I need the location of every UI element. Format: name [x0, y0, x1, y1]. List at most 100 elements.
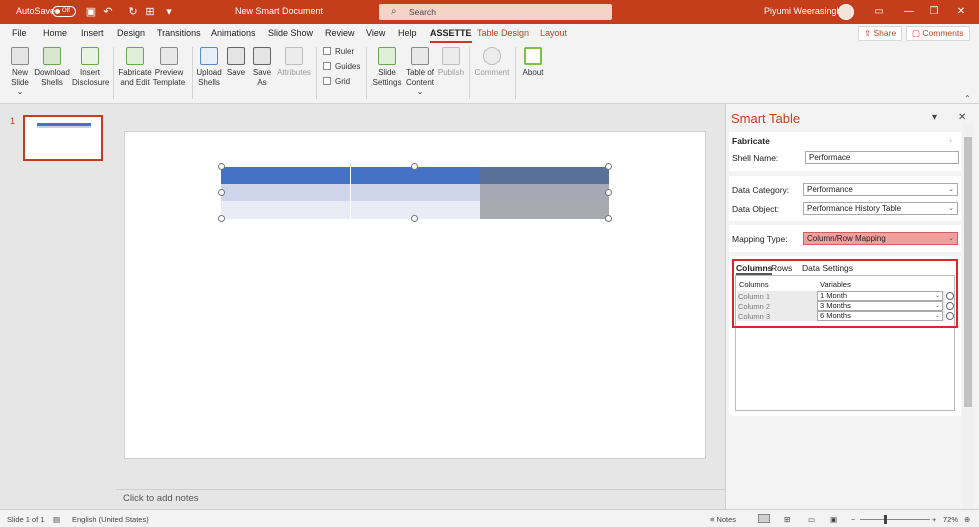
- tab-slide-show[interactable]: Slide Show: [268, 28, 313, 38]
- search-box[interactable]: ⌕ Search: [379, 4, 612, 20]
- avatar[interactable]: [838, 4, 854, 20]
- tab-data-settings[interactable]: Data Settings: [802, 263, 853, 273]
- upload-shells-button[interactable]: Upload Shells: [195, 47, 223, 87]
- table-cell[interactable]: [351, 184, 480, 201]
- tab-view[interactable]: View: [366, 28, 385, 38]
- insert-disclosure-button[interactable]: Insert Disclosure: [72, 47, 109, 87]
- resize-handle[interactable]: [218, 189, 225, 196]
- variable-select[interactable]: 1 Month ⌄: [817, 291, 943, 301]
- resize-handle[interactable]: [411, 163, 418, 170]
- preview-icon: [160, 47, 178, 65]
- slide-thumbnail[interactable]: [23, 115, 103, 161]
- table-header-cell[interactable]: [221, 167, 350, 184]
- table-of-content-button[interactable]: Table of Content ⌄: [402, 47, 438, 97]
- table-header-cell-selected[interactable]: [480, 167, 609, 184]
- table-cell-selected[interactable]: [480, 184, 609, 201]
- resize-handle[interactable]: [605, 163, 612, 170]
- zoom-slider-thumb[interactable]: [884, 515, 887, 524]
- tab-design[interactable]: Design: [117, 28, 145, 38]
- row-radio[interactable]: [946, 302, 954, 310]
- chevron-down-icon: ⌄: [948, 186, 954, 193]
- variable-select[interactable]: 6 Months ⌄: [817, 311, 943, 321]
- tab-insert[interactable]: Insert: [81, 28, 104, 38]
- reading-view-icon[interactable]: ▭: [808, 515, 815, 524]
- restore-icon[interactable]: ❐: [926, 4, 942, 20]
- save-button[interactable]: Save: [225, 47, 247, 78]
- undo-icon[interactable]: ↶: [101, 5, 115, 19]
- row-radio[interactable]: [946, 292, 954, 300]
- share-button[interactable]: ⇪ Share: [858, 26, 903, 41]
- about-button[interactable]: About: [520, 47, 546, 78]
- resize-handle[interactable]: [605, 215, 612, 222]
- ribbon-display-icon[interactable]: ▭: [871, 4, 887, 20]
- attributes-button[interactable]: Attributes: [276, 47, 312, 78]
- minimize-icon[interactable]: —: [901, 4, 917, 20]
- tab-assette[interactable]: ASSETTE: [430, 28, 472, 43]
- fit-slide-icon[interactable]: ⊕: [964, 515, 970, 524]
- pane-close-icon[interactable]: ✕: [958, 112, 966, 123]
- present-icon[interactable]: ⊞: [143, 5, 157, 19]
- table-cell[interactable]: [221, 201, 350, 219]
- language-label[interactable]: English (United States): [72, 515, 149, 524]
- redo-icon[interactable]: ↻: [126, 5, 140, 19]
- slide-settings-button[interactable]: Slide Settings: [372, 47, 402, 87]
- tab-transitions[interactable]: Transitions: [157, 28, 201, 38]
- autosave-toggle[interactable]: Off: [52, 6, 76, 17]
- resize-handle[interactable]: [605, 189, 612, 196]
- comment-button[interactable]: Comment: [474, 47, 510, 78]
- tab-table-design[interactable]: Table Design: [477, 28, 529, 38]
- save-as-button[interactable]: Save As: [251, 47, 273, 87]
- data-category-select[interactable]: Performance ⌄: [803, 183, 958, 196]
- zoom-slider[interactable]: [860, 519, 930, 520]
- preview-template-button[interactable]: Preview Template: [152, 47, 186, 87]
- table-cell[interactable]: [221, 184, 350, 201]
- zoom-in-icon[interactable]: +: [932, 515, 936, 524]
- notes-pane[interactable]: [116, 489, 725, 509]
- data-object-select[interactable]: Performance History Table ⌄: [803, 202, 958, 215]
- title-bar: AutoSave Off ▣ ↶ ↻ ⊞ ▾ New Smart Documen…: [0, 0, 979, 24]
- slideshow-icon[interactable]: ▣: [830, 515, 837, 524]
- table-cell-selected[interactable]: [480, 201, 609, 219]
- variable-select[interactable]: 3 Months ⌄: [817, 301, 943, 311]
- tab-rows[interactable]: Rows: [771, 263, 792, 273]
- variables-header: Variables: [820, 280, 851, 289]
- mapping-type-select[interactable]: Column/Row Mapping ⌄: [803, 232, 958, 245]
- new-slide-button[interactable]: New Slide ⌄: [6, 47, 34, 97]
- resize-handle[interactable]: [218, 215, 225, 222]
- publish-button[interactable]: Publish: [436, 47, 466, 78]
- smart-table[interactable]: [218, 163, 612, 222]
- shell-name-input[interactable]: Performace: [805, 151, 959, 164]
- notes-placeholder[interactable]: Click to add notes: [123, 493, 199, 504]
- fabricate-edit-button[interactable]: Fabricate and Edit: [118, 47, 152, 87]
- collapse-ribbon-icon[interactable]: ⌃: [964, 94, 971, 103]
- guides-checkbox[interactable]: Guides: [323, 62, 360, 71]
- notes-button[interactable]: ≡ Notes: [710, 515, 736, 524]
- slide-sorter-icon[interactable]: ⊞: [784, 515, 790, 524]
- info-icon[interactable]: ◦: [949, 136, 952, 145]
- close-icon[interactable]: ✕: [953, 4, 969, 20]
- ruler-checkbox[interactable]: Ruler: [323, 47, 354, 56]
- tab-animations[interactable]: Animations: [211, 28, 256, 38]
- pane-options-icon[interactable]: ▾: [932, 112, 937, 123]
- normal-view-icon[interactable]: [758, 514, 770, 523]
- tab-columns[interactable]: Columns: [736, 263, 773, 275]
- resize-handle[interactable]: [218, 163, 225, 170]
- zoom-out-icon[interactable]: −: [851, 515, 855, 524]
- user-name[interactable]: Piyumi Weerasinghe: [764, 6, 846, 16]
- comments-button[interactable]: ▢ Comments: [906, 26, 970, 41]
- tab-layout[interactable]: Layout: [540, 28, 567, 38]
- save-icon[interactable]: ▣: [84, 5, 98, 19]
- resize-handle[interactable]: [411, 215, 418, 222]
- zoom-level[interactable]: 72%: [943, 515, 958, 524]
- tab-file[interactable]: File: [12, 28, 27, 38]
- row-radio[interactable]: [946, 312, 954, 320]
- tab-home[interactable]: Home: [43, 28, 67, 38]
- grid-checkbox[interactable]: Grid: [323, 77, 350, 86]
- accessibility-icon[interactable]: ▤: [53, 515, 60, 524]
- tab-help[interactable]: Help: [398, 28, 417, 38]
- tab-review[interactable]: Review: [325, 28, 355, 38]
- ribbon-separator: [192, 47, 193, 99]
- download-shells-button[interactable]: Download Shells: [34, 47, 70, 87]
- pane-scrollbar[interactable]: [963, 123, 973, 509]
- customize-qat-icon[interactable]: ▾: [162, 5, 176, 19]
